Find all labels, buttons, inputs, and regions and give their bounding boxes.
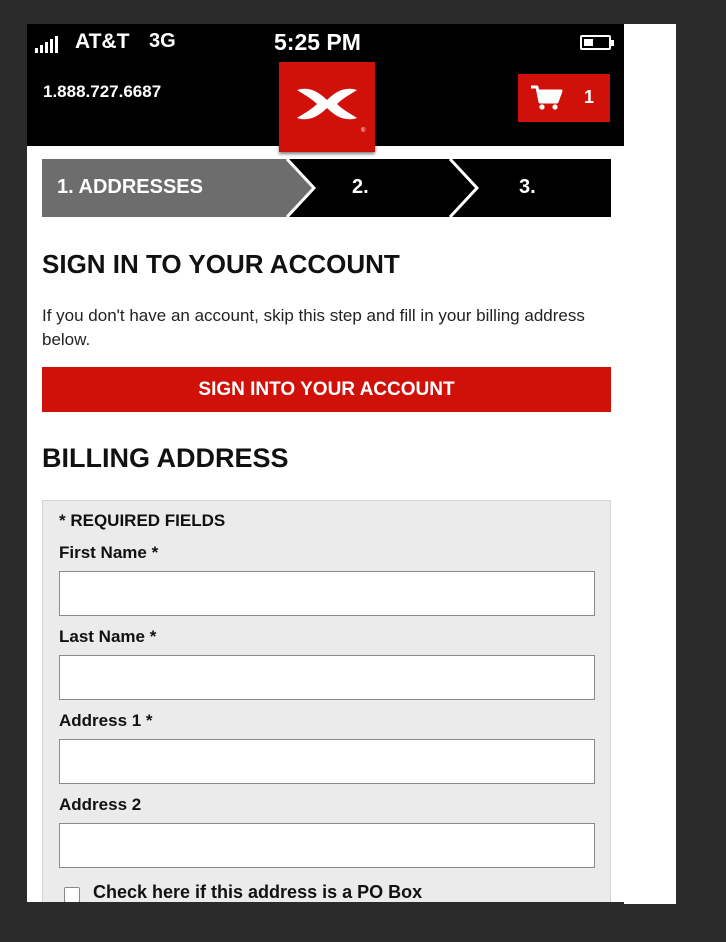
billing-heading-bold: BILLING — [42, 443, 150, 473]
first-name-label: First Name * — [59, 543, 159, 562]
network-type: 3G — [149, 30, 176, 52]
sign-in-button[interactable]: SIGN INTO YOUR ACCOUNT — [42, 367, 611, 412]
last-name-label: Last Name * — [59, 627, 157, 646]
status-time: 5:25 PM — [274, 29, 361, 55]
site-header: 1.888.727.6687 ® 1 — [27, 60, 624, 152]
signal-strength-icon — [35, 36, 58, 53]
checkout-content: 1. ADDRESSES 2. 3. SIGN IN TO YOUR ACCOU… — [27, 146, 624, 902]
cart-count-badge: 1 — [584, 87, 595, 107]
carrier-name: AT&T — [75, 30, 130, 53]
background-strip — [624, 24, 676, 904]
step-2[interactable]: 2. — [352, 176, 369, 199]
address-1-label: Address 1 * — [59, 711, 153, 730]
billing-heading: BILLING ADDRESS — [42, 443, 289, 474]
sign-in-heading-bold: SIGN IN — [42, 249, 139, 279]
phone-number-link[interactable]: 1.888.727.6687 — [43, 82, 161, 102]
under-armour-logo-icon[interactable]: ® — [279, 62, 375, 152]
sign-in-heading: SIGN IN TO YOUR ACCOUNT — [42, 249, 400, 280]
billing-heading-rest: ADDRESS — [150, 443, 289, 473]
svg-text:®: ® — [361, 127, 366, 134]
logo-mark: ® — [297, 88, 366, 134]
shopping-cart-icon — [531, 85, 563, 110]
status-bar: AT&T 3G 5:25 PM — [27, 24, 624, 60]
address-1-field[interactable] — [59, 739, 595, 784]
checkout-steps: 1. ADDRESSES 2. 3. — [42, 159, 611, 217]
last-name-field[interactable] — [59, 655, 595, 700]
battery-icon — [580, 35, 614, 50]
sign-in-heading-rest: TO YOUR ACCOUNT — [138, 249, 400, 279]
step-1-addresses[interactable]: 1. ADDRESSES — [57, 176, 203, 199]
phone-screen: AT&T 3G 5:25 PM 1.888.727.6687 ® 1 1. AD… — [27, 24, 624, 902]
required-fields-note: * REQUIRED FIELDS — [59, 511, 226, 530]
billing-form: * REQUIRED FIELDS First Name * Last Name… — [42, 500, 611, 902]
sign-in-info-text: If you don't have an account, skip this … — [42, 306, 585, 349]
step-3[interactable]: 3. — [519, 176, 536, 199]
address-2-label: Address 2 — [59, 795, 142, 814]
cart-button[interactable]: 1 — [518, 74, 610, 122]
address-2-field[interactable] — [59, 823, 595, 868]
first-name-field[interactable] — [59, 571, 595, 616]
po-box-checkbox[interactable] — [64, 887, 80, 902]
po-box-label: Check here if this address is a PO Box — [93, 882, 423, 902]
